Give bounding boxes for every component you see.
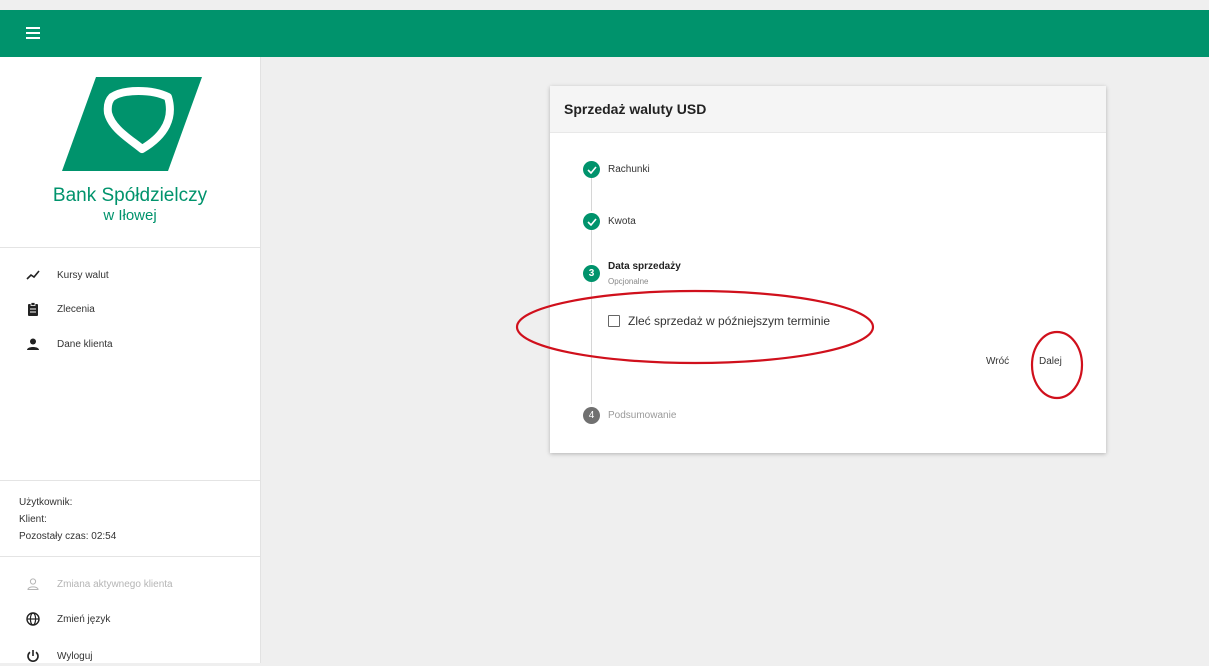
sidebar-divider (0, 480, 260, 481)
session-timer: Pozostały czas: 02:54 (19, 531, 117, 542)
check-icon (583, 213, 600, 230)
step-data-sprzedazy[interactable]: Data sprzedaży (608, 261, 681, 272)
step-number-3: 3 (583, 265, 600, 282)
bank-location: w Iłowej (103, 207, 157, 224)
sidebar-item-zlecenia[interactable]: Zlecenia (25, 299, 95, 319)
checkbox-box[interactable] (608, 315, 620, 327)
change-client-button[interactable]: Zmiana aktywnego klienta (25, 574, 173, 594)
sidebar-item-label: Zlecenia (57, 303, 95, 315)
step-kwota[interactable]: Kwota (608, 216, 636, 227)
globe-icon (25, 611, 41, 627)
check-icon (583, 161, 600, 178)
stepper-connector (591, 178, 592, 211)
client-info: Klient: (19, 514, 47, 525)
trend-line-icon (25, 267, 41, 283)
step-rachunki[interactable]: Rachunki (608, 164, 650, 175)
step-podsumowanie[interactable]: Podsumowanie (608, 410, 676, 421)
bank-logo (62, 77, 202, 171)
hamburger-menu-icon[interactable] (26, 27, 40, 39)
card-title: Sprzedaż waluty USD (550, 86, 1106, 133)
logout-button[interactable]: Wyloguj (25, 646, 92, 666)
checkbox-label: Zleć sprzedaż w późniejszym terminie (628, 314, 831, 328)
sidebar-item-kursy-walut[interactable]: Kursy walut (25, 265, 109, 285)
sidebar-item-label: Kursy walut (57, 269, 109, 281)
step-optional-label: Opcjonalne (608, 277, 649, 286)
clipboard-icon (25, 301, 41, 317)
person-outline-icon (25, 576, 41, 592)
back-button[interactable]: Wróć (986, 356, 1009, 367)
step-number-4: 4 (583, 407, 600, 424)
person-icon (25, 336, 41, 352)
sidebar-item-dane-klienta[interactable]: Dane klienta (25, 334, 113, 354)
change-client-label: Zmiana aktywnego klienta (57, 578, 173, 590)
change-language-button[interactable]: Zmień język (25, 609, 110, 629)
top-bar (0, 10, 1209, 57)
next-button[interactable]: Dalej (1039, 356, 1062, 367)
logout-label: Wyloguj (57, 650, 93, 662)
sidebar-divider (0, 247, 260, 248)
power-icon (25, 648, 41, 664)
bank-name: Bank Spółdzielczy (52, 185, 208, 206)
later-date-checkbox[interactable]: Zleć sprzedaż w późniejszym terminie (608, 314, 830, 328)
user-info: Użytkownik: (19, 497, 73, 508)
stepper-connector (591, 230, 592, 263)
sidebar-item-label: Dane klienta (57, 338, 113, 350)
sidebar-divider (0, 556, 260, 557)
currency-sale-card: Sprzedaż waluty USD Rachunki Kwota 3 Dat… (550, 86, 1106, 453)
sidebar: Bank Spółdzielczy w Iłowej Kursy walut Z… (0, 57, 261, 663)
stepper-connector (591, 282, 592, 404)
change-language-label: Zmień język (57, 613, 111, 625)
